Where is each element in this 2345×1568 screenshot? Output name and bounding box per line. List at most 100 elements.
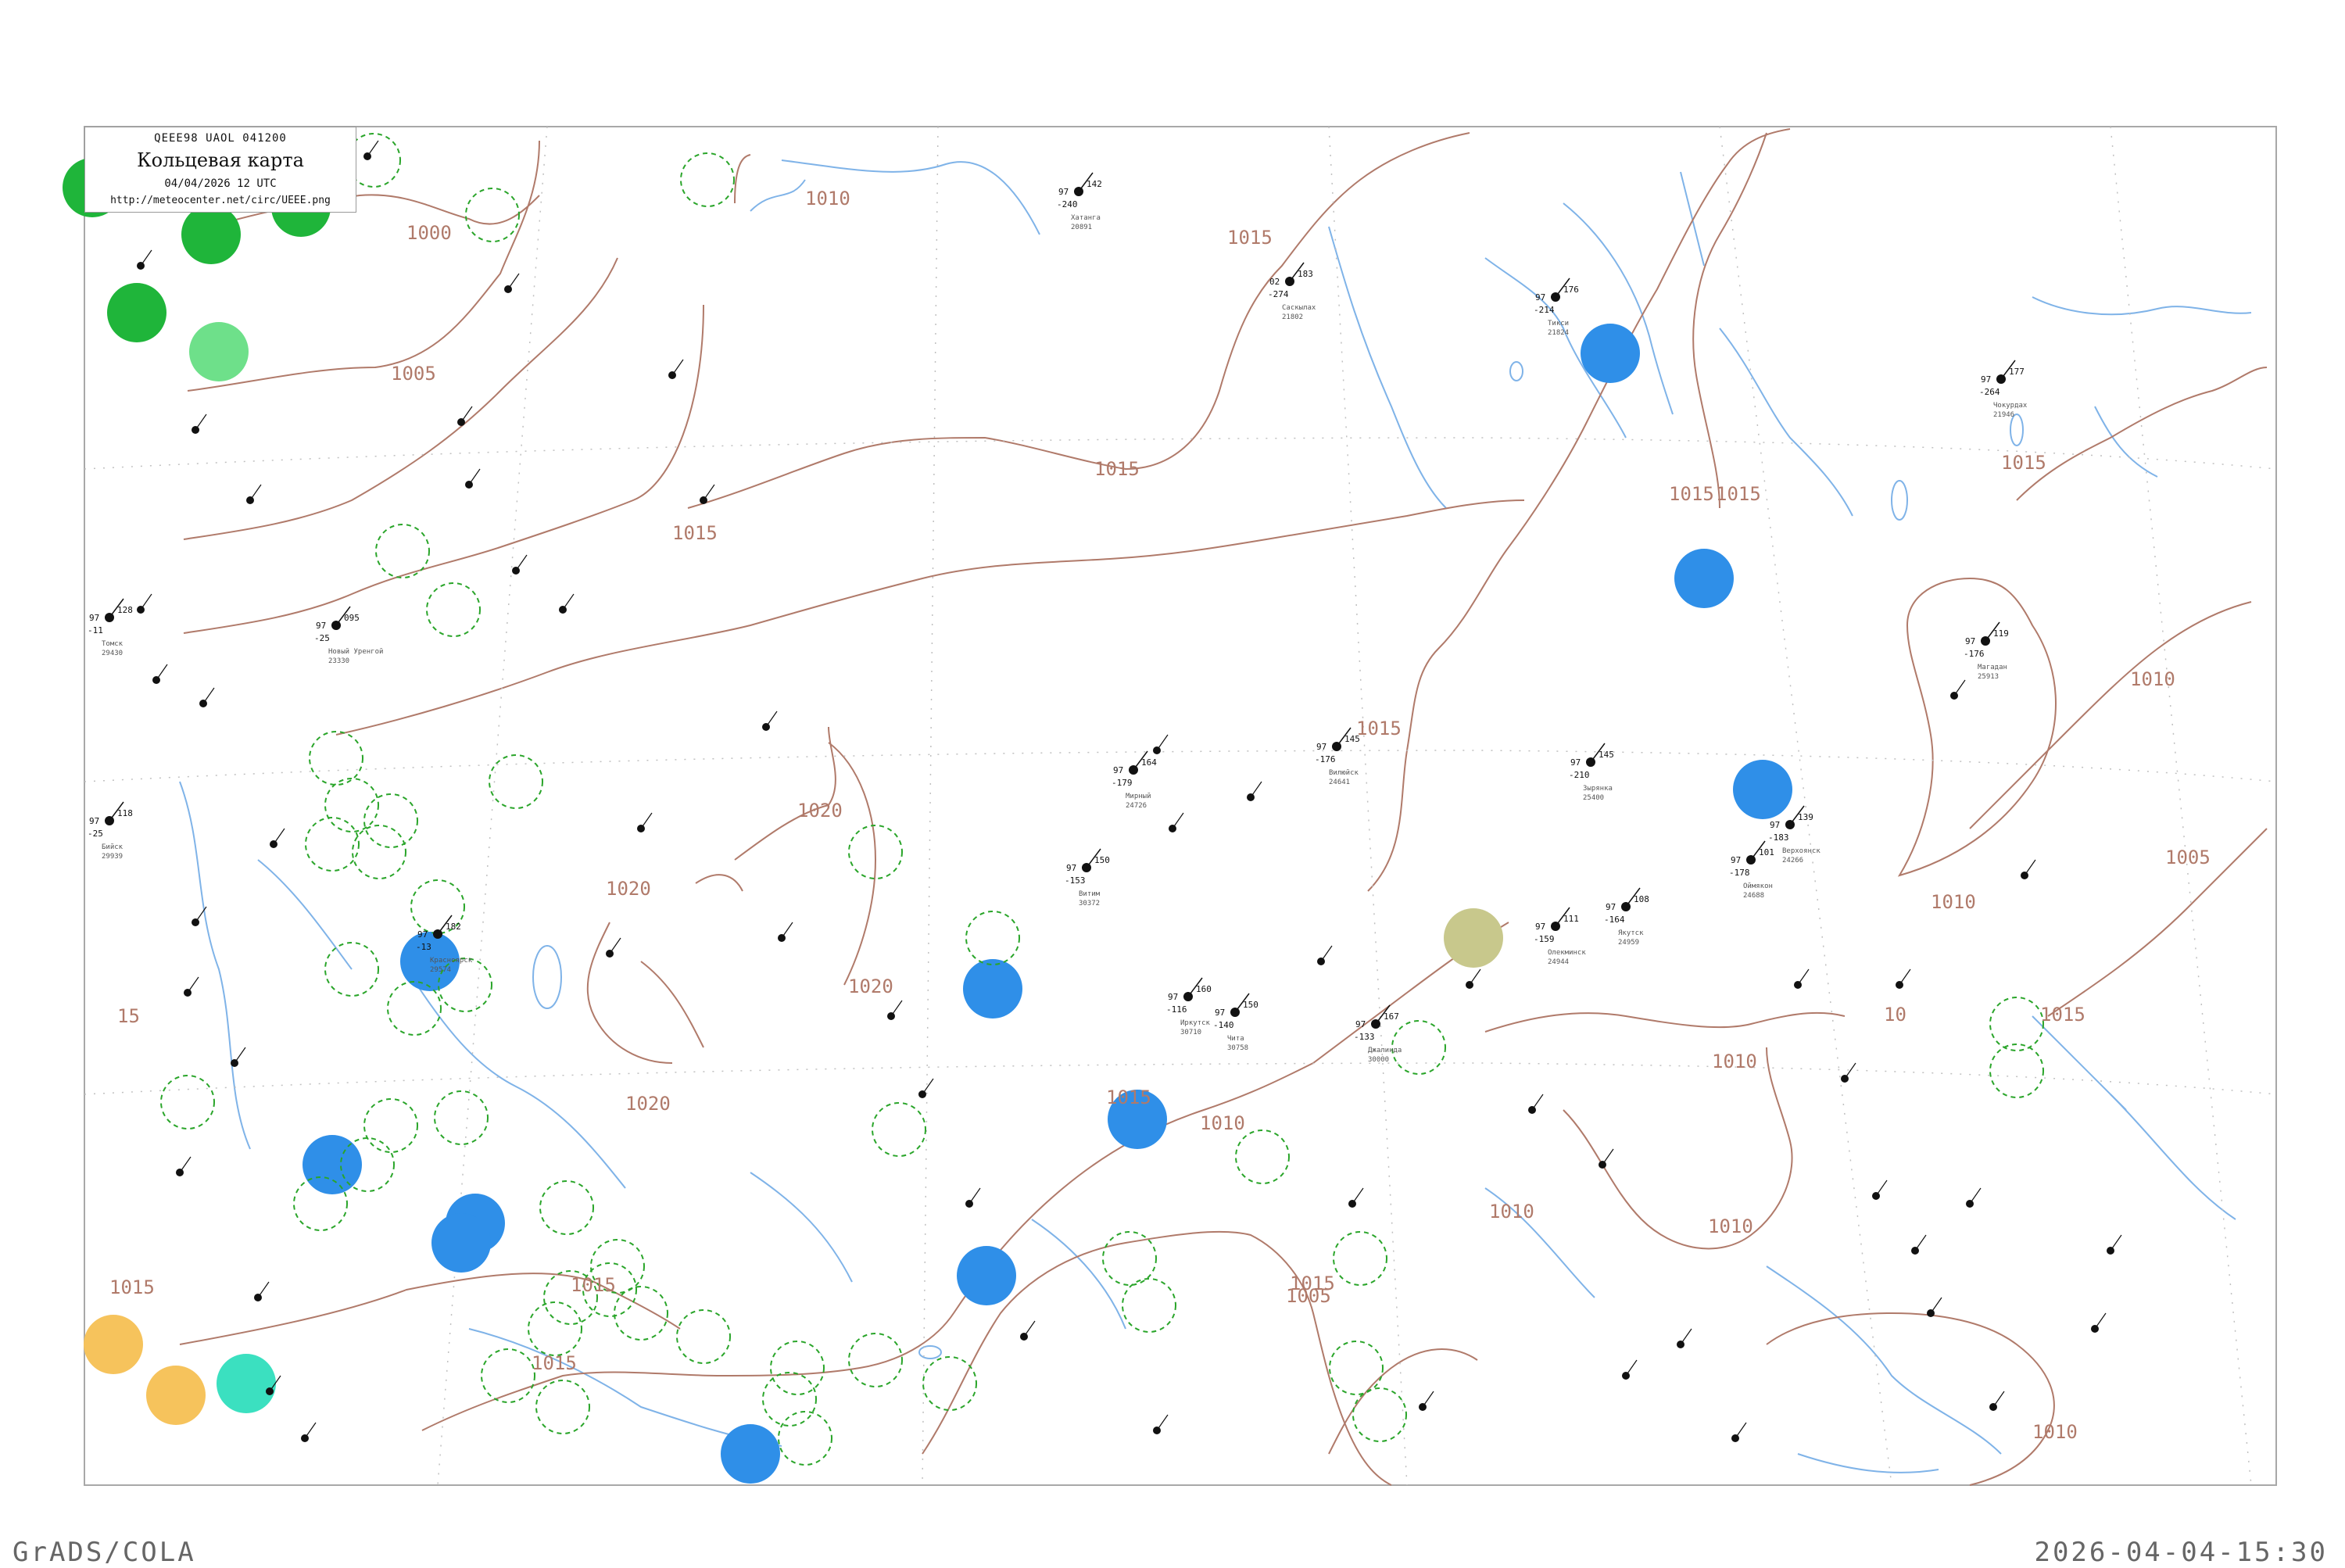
- station-temperature: 97: [1066, 863, 1076, 873]
- footer-software-label: GrADS/COLA: [13, 1537, 196, 1568]
- station-temperature: 97: [417, 929, 428, 940]
- station-dewpoint: -159: [1534, 934, 1555, 944]
- station-temperature: 97: [1355, 1019, 1366, 1029]
- station-pressure: 150: [1094, 855, 1110, 865]
- station-id: 21824: [1548, 329, 1569, 337]
- station-name: Олекминск: [1548, 949, 1586, 957]
- station-temperature: 97: [1316, 742, 1326, 752]
- isobar-label: 1020: [797, 800, 843, 822]
- station-id: 24266: [1782, 857, 1803, 865]
- isobar-label: 1015: [1716, 483, 1761, 505]
- isobar-label: 1015: [672, 522, 718, 544]
- station-dewpoint: -11: [88, 625, 103, 635]
- station-dewpoint: -176: [1964, 649, 1985, 659]
- station-dewpoint: -140: [1213, 1020, 1234, 1030]
- station-id: 24959: [1618, 939, 1639, 947]
- colored-zone: [721, 1424, 780, 1484]
- station-dewpoint: -240: [1057, 199, 1078, 209]
- station-temperature: 97: [1058, 187, 1069, 197]
- colored-zone: [181, 205, 241, 264]
- station-pressure: 108: [1634, 894, 1649, 904]
- footer-timestamp: 2026-04-04-15:30: [2034, 1537, 2328, 1568]
- isobar-label: 1015: [532, 1352, 577, 1374]
- colored-zone: [217, 1354, 276, 1413]
- station-temperature: 97: [316, 621, 326, 631]
- station-id: 29430: [102, 650, 123, 657]
- colored-zone: [1733, 760, 1792, 819]
- isobar-label: 1010: [1708, 1215, 1753, 1237]
- station-dewpoint: -164: [1604, 915, 1625, 925]
- isobar-label: 1015: [571, 1274, 616, 1296]
- station-id: 29939: [102, 853, 123, 861]
- colored-zone: [957, 1246, 1016, 1305]
- station-id: 25400: [1583, 794, 1604, 802]
- station-name: Зырянка: [1583, 785, 1613, 793]
- colored-zone: [189, 322, 249, 381]
- station-dewpoint: -214: [1534, 305, 1555, 315]
- colored-zone: [303, 1135, 362, 1194]
- station-id: 24944: [1548, 958, 1569, 966]
- station-name: Новый Уренгой: [328, 648, 383, 656]
- station-temperature: 97: [1113, 765, 1123, 775]
- station-name: Джалинда: [1368, 1047, 1402, 1054]
- station-id: 21946: [1993, 411, 2014, 419]
- isobar-label: 1010: [2130, 668, 2175, 690]
- station-pressure: 142: [1087, 179, 1102, 189]
- station-pressure: 183: [1298, 269, 1313, 279]
- isobar-label: 1010: [2032, 1421, 2078, 1443]
- station-pressure: 095: [344, 613, 360, 623]
- isobar-label: 1015: [2001, 452, 2046, 474]
- station-dewpoint: -116: [1166, 1004, 1187, 1015]
- colored-zone: [1581, 324, 1640, 383]
- isobar-label: 1010: [805, 188, 850, 209]
- isobar-label: 1015: [109, 1276, 155, 1298]
- legend-date: 04/04/2026 12 UTC: [164, 177, 277, 190]
- colored-zone: [431, 1213, 491, 1273]
- station-temperature: 97: [89, 816, 99, 826]
- colored-zone: [963, 959, 1022, 1018]
- station-id: 21802: [1282, 313, 1303, 321]
- station-id: 24641: [1329, 779, 1350, 786]
- station-id: 24726: [1126, 802, 1147, 810]
- station-temperature: 97: [1535, 922, 1545, 932]
- station-id: 30710: [1180, 1029, 1201, 1036]
- station-dewpoint: -179: [1112, 778, 1133, 788]
- station-name: Красноярск: [430, 957, 473, 965]
- station-pressure: 145: [1599, 750, 1614, 760]
- station-name: Мирный: [1126, 793, 1151, 800]
- station-dewpoint: -176: [1315, 754, 1336, 764]
- station-name: Магадан: [1978, 664, 2007, 671]
- synoptic-map: 095 97 -25 Новый Уренгой23330 118 97 -25 Бийск 2…: [63, 126, 2277, 1486]
- station-id: 25913: [1978, 673, 1999, 681]
- station-name: Тикси: [1548, 320, 1569, 328]
- isobar-label: 1020: [606, 878, 651, 900]
- station-pressure: 101: [1759, 847, 1774, 857]
- station-name: Чита: [1227, 1035, 1244, 1043]
- station-id: 29574: [430, 966, 451, 974]
- station-pressure: 118: [117, 808, 133, 818]
- station-temperature: 97: [1770, 820, 1780, 830]
- station-temperature: 97: [1606, 902, 1616, 912]
- isobar-label: 1010: [1712, 1051, 1757, 1072]
- station-dewpoint: -210: [1569, 770, 1590, 780]
- legend-title: Кольцевая карта: [137, 149, 304, 171]
- station-dewpoint: -25: [88, 829, 103, 839]
- station-temperature: 97: [1535, 292, 1545, 303]
- station-pressure: 167: [1384, 1011, 1399, 1022]
- station-name: Иркутск: [1180, 1019, 1211, 1027]
- station-name: Вилюйск: [1329, 769, 1359, 777]
- station-name: Якутск: [1618, 929, 1644, 937]
- station-dewpoint: -133: [1354, 1032, 1375, 1042]
- colored-zone: [1674, 549, 1734, 608]
- isobar-label: 1005: [2165, 847, 2211, 868]
- station-dewpoint: -178: [1729, 868, 1750, 878]
- station-pressure: 150: [1243, 1000, 1258, 1010]
- station-id: 24688: [1743, 892, 1764, 900]
- isobar-label: 1015: [1669, 483, 1714, 505]
- station-temperature: 97: [1570, 757, 1581, 768]
- station-temperature: 97: [1731, 855, 1741, 865]
- station-temperature: 97: [1215, 1008, 1225, 1018]
- isobar-label: 1020: [848, 976, 893, 997]
- isobar-label: 1010: [1200, 1112, 1245, 1134]
- station-temperature: 97: [1965, 636, 1975, 646]
